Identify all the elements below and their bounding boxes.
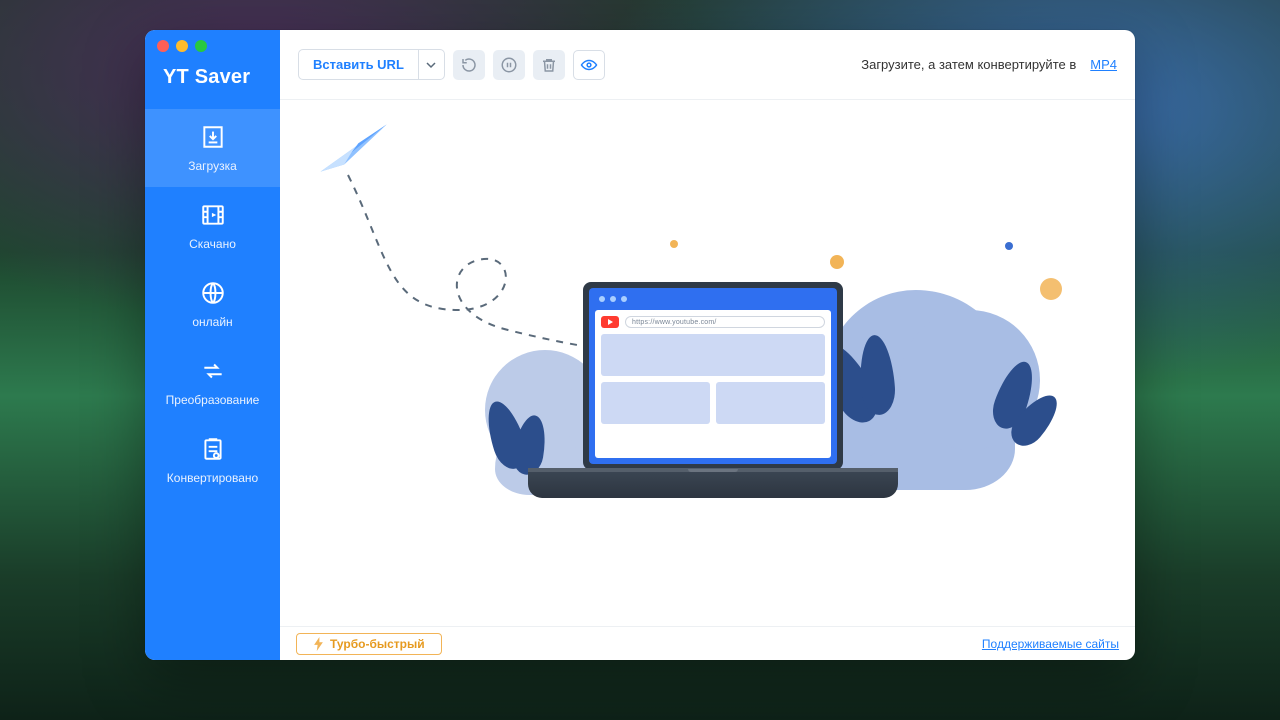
clipboard-icon <box>199 435 227 463</box>
eye-icon <box>580 56 598 74</box>
decorative-dot <box>1005 242 1013 250</box>
supported-sites-link[interactable]: Поддерживаемые сайты <box>982 637 1119 651</box>
sidebar-item-label: Конвертировано <box>167 471 258 485</box>
decorative-dot <box>670 240 678 248</box>
toolbar: Вставить URL Загрузи <box>280 30 1135 100</box>
app-window: YT Saver Загрузка Скачано <box>145 30 1135 660</box>
paste-url-split-button: Вставить URL <box>298 49 445 80</box>
youtube-icon <box>601 316 619 328</box>
main-area: Вставить URL Загрузи <box>280 30 1135 660</box>
convert-format-link[interactable]: MP4 <box>1090 57 1117 72</box>
lightning-icon <box>313 637 324 651</box>
sidebar-item-download[interactable]: Загрузка <box>145 109 280 187</box>
retry-icon <box>460 56 478 74</box>
close-window-button[interactable] <box>157 40 169 52</box>
app-title: YT Saver <box>145 58 280 109</box>
convert-hint-text: Загрузите, а затем конвертируйте в <box>861 57 1076 72</box>
globe-icon <box>199 279 227 307</box>
retry-button[interactable] <box>453 50 485 80</box>
sidebar: YT Saver Загрузка Скачано <box>145 30 280 660</box>
pause-icon <box>500 56 518 74</box>
decorative-dot <box>1040 278 1062 300</box>
sidebar-item-label: Загрузка <box>188 159 237 173</box>
sidebar-item-converted[interactable]: Конвертировано <box>145 421 280 499</box>
convert-icon <box>199 357 227 385</box>
chevron-down-icon <box>426 60 436 70</box>
sidebar-item-downloaded[interactable]: Скачано <box>145 187 280 265</box>
sidebar-item-convert[interactable]: Преобразование <box>145 343 280 421</box>
paste-url-button[interactable]: Вставить URL <box>299 50 418 79</box>
turbo-button[interactable]: Турбо-быстрый <box>296 633 442 655</box>
window-controls <box>145 30 280 58</box>
minimize-window-button[interactable] <box>176 40 188 52</box>
desktop-background: YT Saver Загрузка Скачано <box>0 0 1280 720</box>
pause-all-button[interactable] <box>493 50 525 80</box>
sidebar-nav: Загрузка Скачано онлайн <box>145 109 280 499</box>
download-icon <box>199 123 227 151</box>
empty-state-canvas: https://www.youtube.com/ <box>280 100 1135 626</box>
footer-bar: Турбо-быстрый Поддерживаемые сайты <box>280 626 1135 660</box>
turbo-label: Турбо-быстрый <box>330 637 425 651</box>
delete-button[interactable] <box>533 50 565 80</box>
decorative-dot <box>830 255 844 269</box>
laptop-illustration: https://www.youtube.com/ <box>528 282 898 498</box>
sidebar-item-label: Скачано <box>189 237 236 251</box>
film-icon <box>199 201 227 229</box>
maximize-window-button[interactable] <box>195 40 207 52</box>
paste-url-dropdown[interactable] <box>418 50 444 79</box>
sidebar-item-label: Преобразование <box>166 393 260 407</box>
preview-button[interactable] <box>573 50 605 80</box>
sidebar-item-online[interactable]: онлайн <box>145 265 280 343</box>
trash-icon <box>540 56 558 74</box>
illustration-url-bar: https://www.youtube.com/ <box>625 316 825 328</box>
sidebar-item-label: онлайн <box>192 315 232 329</box>
browser-chrome-dots <box>595 294 831 304</box>
empty-state-illustration: https://www.youtube.com/ <box>280 100 1135 626</box>
